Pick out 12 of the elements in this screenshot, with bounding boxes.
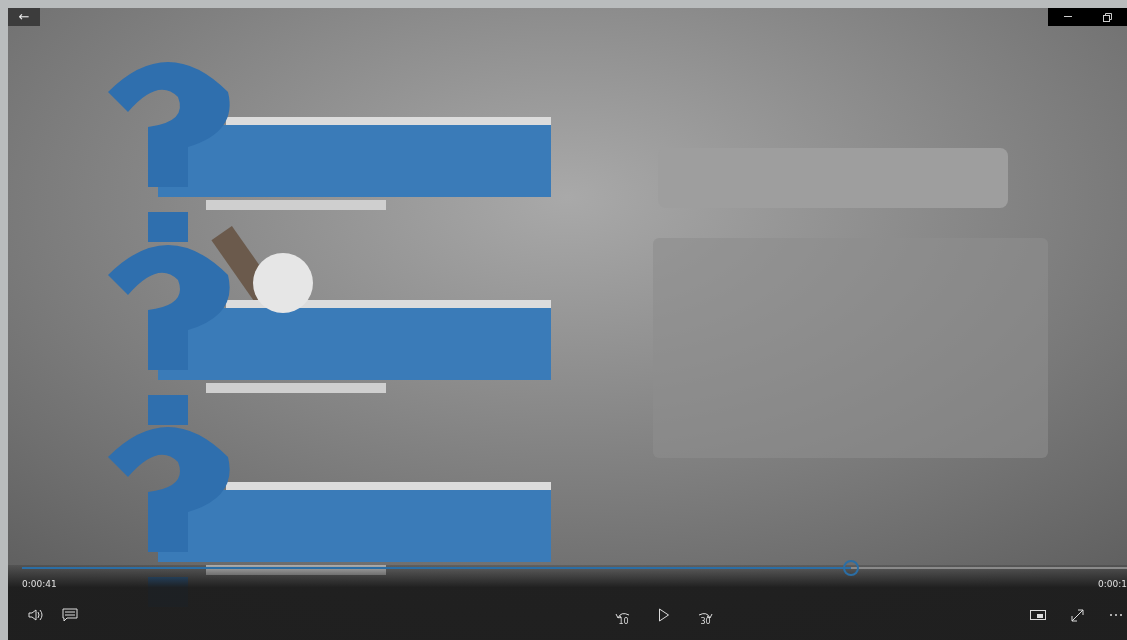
skip-forward-button[interactable]: 30 <box>694 608 717 622</box>
mini-view-button[interactable] <box>1028 607 1048 623</box>
more-icon <box>1109 613 1123 617</box>
progress-thumb[interactable] <box>842 560 859 576</box>
elapsed-time: 0:00:41 <box>22 579 57 589</box>
remaining-time: 0:00:1 <box>1098 579 1127 589</box>
back-button[interactable]: ← <box>8 8 40 26</box>
more-button[interactable] <box>1107 611 1125 619</box>
skip-back-button[interactable]: 10 <box>612 608 635 622</box>
volume-button[interactable] <box>26 606 46 624</box>
restore-icon <box>1102 12 1112 22</box>
minimize-icon <box>1063 16 1072 18</box>
